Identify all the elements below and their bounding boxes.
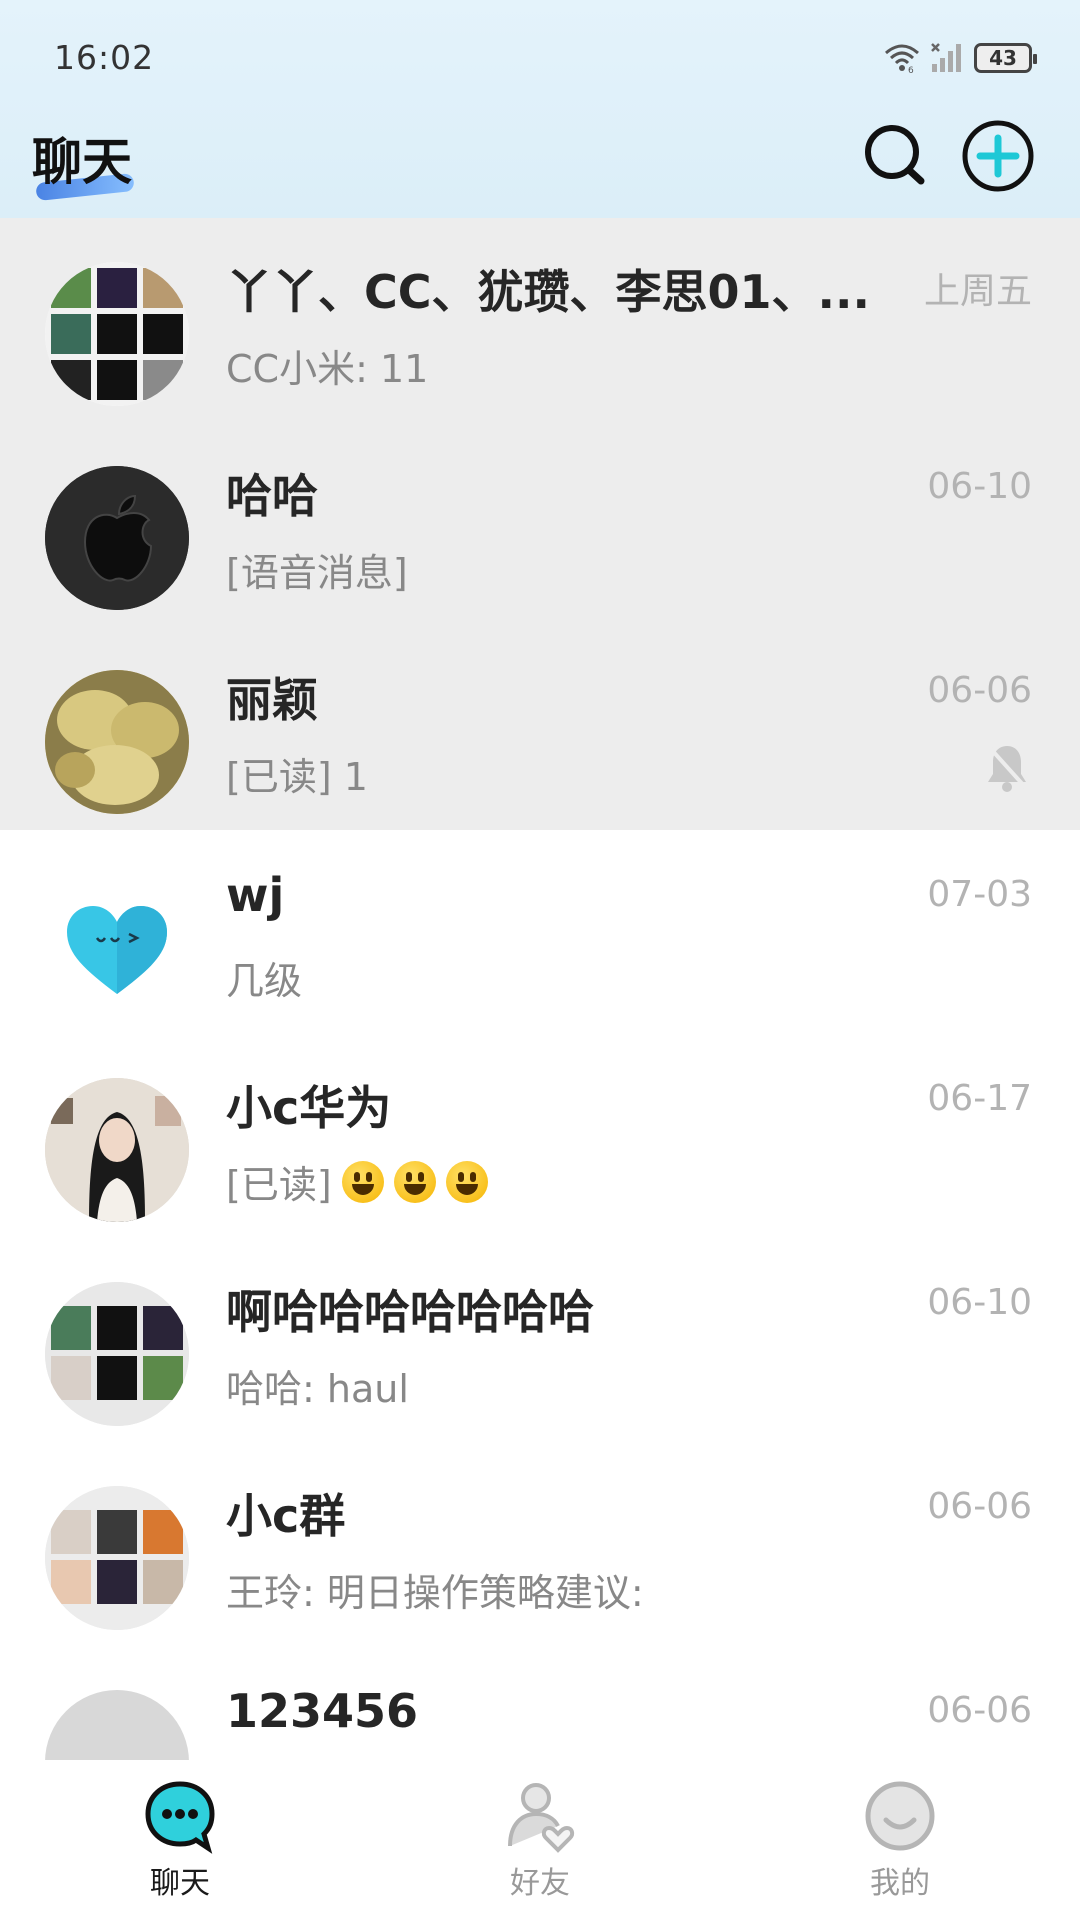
chat-name: 啊哈哈哈哈哈哈哈 (226, 1285, 594, 1339)
heart-avatar (45, 874, 189, 1018)
group-collage-avatar (45, 1486, 189, 1630)
group-collage-avatar (45, 1282, 189, 1426)
tab-profile[interactable]: 我的 (720, 1760, 1080, 1920)
mute-bell-icon (988, 746, 1028, 792)
plus-circle-icon (962, 120, 1034, 192)
chat-time: 07-03 (927, 874, 1032, 915)
profile-icon (865, 1781, 935, 1851)
chat-preview: 哈哈: haul (226, 1358, 409, 1413)
status-time: 16:02 (54, 38, 155, 77)
apple-logo-avatar (45, 466, 189, 610)
tab-friends[interactable]: 好友 (360, 1760, 720, 1920)
battery-icon: 43 (974, 43, 1037, 73)
chat-preview-text: 哈哈: haul (226, 1367, 409, 1411)
chat-name: 小c华为 (226, 1081, 392, 1135)
chat-preview-text: [已读] 1 (226, 755, 368, 799)
chat-name: 哈哈 (226, 469, 318, 523)
group-collage-avatar (45, 262, 189, 406)
chat-preview: CC小米: 11 (226, 338, 428, 393)
chat-name: 123456 (226, 1684, 419, 1738)
tab-label: 聊天 (150, 1866, 210, 1901)
chat-time: 06-06 (927, 1690, 1032, 1731)
chat-preview: [已读] 1 (226, 746, 368, 801)
chat-preview: [语音消息] (226, 542, 408, 597)
smiley-emoji-icon (341, 1160, 384, 1203)
chat-time: 06-06 (927, 670, 1032, 711)
chat-time: 06-10 (927, 466, 1032, 507)
chat-item[interactable]: 丫丫、CC、犹瓒、李思01、... 上周五 CC小米: 11 (0, 218, 1080, 422)
battery-level: 43 (989, 46, 1017, 70)
chat-name: 丫丫、CC、犹瓒、李思01、... (226, 265, 870, 319)
bottom-navigation: 聊天 好友 我的 (0, 1760, 1080, 1920)
chat-item[interactable]: 小c华为 06-17 [已读] (0, 1034, 1080, 1238)
chat-item[interactable]: wj 07-03 几级 (0, 830, 1080, 1034)
chat-preview-text: 王玲: 明日操作策略建议: (226, 1571, 644, 1615)
friends-icon (508, 1783, 575, 1853)
add-button[interactable] (960, 118, 1036, 194)
chat-item[interactable]: 啊哈哈哈哈哈哈哈 06-10 哈哈: haul (0, 1238, 1080, 1442)
fruit-avatar (45, 670, 189, 814)
smiley-emoji-icon (445, 1160, 488, 1203)
chat-item[interactable]: 丽颖 06-06 [已读] 1 (0, 626, 1080, 830)
status-icons: 6 43 (884, 40, 1037, 76)
search-icon (865, 125, 925, 185)
tab-label: 好友 (510, 1866, 570, 1901)
chat-preview: 几级 (226, 950, 302, 1005)
chat-preview-text: 几级 (226, 959, 303, 1003)
chat-preview-text: [已读] (226, 1163, 332, 1207)
chat-time: 06-17 (927, 1078, 1032, 1119)
smiley-emoji-icon (393, 1160, 436, 1203)
app-header: 聊天 (0, 110, 1080, 218)
svg-text:6: 6 (908, 66, 914, 73)
chat-name: 丽颖 (226, 673, 318, 727)
chat-time: 上周五 (923, 271, 1032, 312)
search-button[interactable] (858, 118, 934, 194)
girl-photo-avatar (45, 1078, 189, 1222)
status-bar: 16:02 6 43 (0, 0, 1080, 110)
chat-preview-text: [语音消息] (226, 551, 408, 595)
chat-preview: 王玲: 明日操作策略建议: (226, 1562, 644, 1617)
page-title: 聊天 (32, 133, 132, 191)
wifi-icon: 6 (885, 44, 919, 73)
chat-item[interactable]: 小c群 06-06 王玲: 明日操作策略建议: (0, 1442, 1080, 1646)
chat-time: 06-10 (927, 1282, 1032, 1323)
chat-time: 06-06 (927, 1486, 1032, 1527)
chat-preview: [已读] (226, 1154, 488, 1209)
chat-name: 小c群 (226, 1489, 346, 1543)
chat-item[interactable]: 哈哈 06-10 [语音消息] (0, 422, 1080, 626)
chat-list: 丫丫、CC、犹瓒、李思01、... 上周五 CC小米: 11 哈哈 06-10 … (0, 218, 1080, 1850)
tab-chat[interactable]: 聊天 (0, 1760, 360, 1920)
chat-preview-text: CC小米: 11 (226, 347, 429, 391)
signal-icon (931, 43, 961, 72)
chat-bubble-icon (145, 1781, 215, 1854)
tab-label: 我的 (870, 1866, 930, 1901)
chat-name: wj (226, 868, 285, 922)
